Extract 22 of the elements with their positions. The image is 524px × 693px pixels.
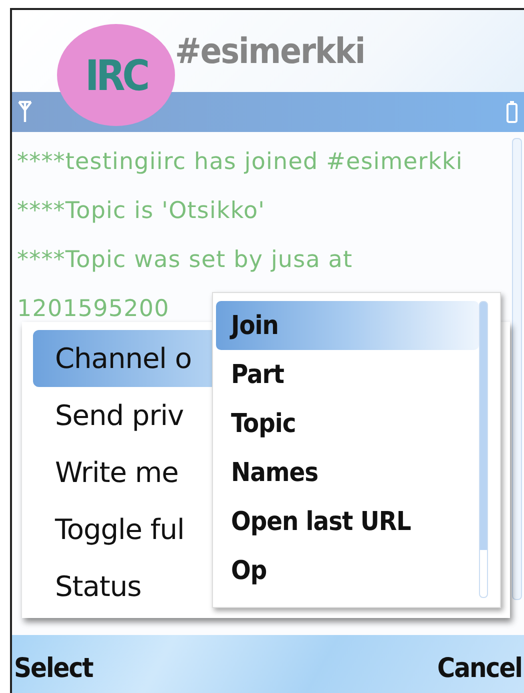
menu-item[interactable]: Channel o xyxy=(33,330,213,387)
menu-item[interactable]: Status xyxy=(33,558,213,615)
scrollbar[interactable] xyxy=(512,138,522,600)
submenu-item[interactable]: Open last URL xyxy=(216,497,479,546)
battery-icon xyxy=(506,100,518,124)
chat-message: ****Topic is 'Otsikko' xyxy=(17,197,266,226)
scrollbar[interactable] xyxy=(479,301,488,598)
submenu-item[interactable]: Topic xyxy=(216,399,479,448)
chat-message: ****Topic was set by jusa at xyxy=(17,246,353,275)
signal-antenna-icon xyxy=(18,100,32,124)
submenu-item[interactable]: Op xyxy=(216,546,479,595)
menu-item[interactable]: Toggle ful xyxy=(33,501,213,558)
submenu-item[interactable]: Part xyxy=(216,350,479,399)
channel-title: #esimerkki xyxy=(175,32,365,72)
select-softkey[interactable]: Select xyxy=(12,652,95,684)
chat-message: ****testingiirc has joined #esimerkki xyxy=(17,148,463,177)
cancel-softkey[interactable]: Cancel xyxy=(435,652,524,684)
chat-message: 1201595200 xyxy=(17,295,170,324)
submenu-item[interactable]: Names xyxy=(216,448,479,497)
submenu-item[interactable]: Join xyxy=(216,301,479,350)
menu-item[interactable]: Send priv xyxy=(33,387,213,444)
menu-item[interactable]: Write me xyxy=(33,444,213,501)
